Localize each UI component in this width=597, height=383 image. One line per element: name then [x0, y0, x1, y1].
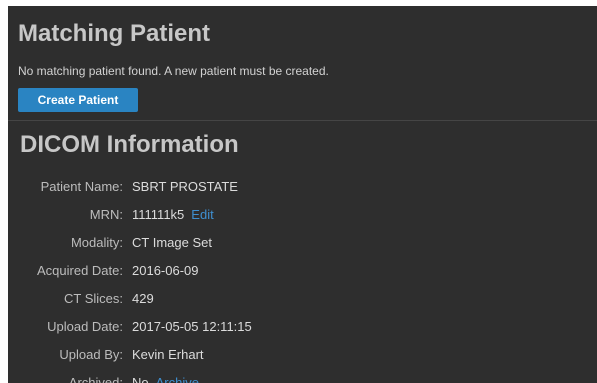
- archived-label: Archived:: [68, 374, 123, 383]
- ct-slices-label: CT Slices:: [64, 290, 123, 306]
- modality-value: CT Image Set: [132, 234, 212, 250]
- archived-value: No: [132, 374, 149, 383]
- dicom-info-list: Patient Name: SBRT PROSTATE MRN: 111111k…: [8, 172, 597, 383]
- upload-date-value: 2017-05-05 12:11:15: [132, 318, 252, 334]
- patient-name-value: SBRT PROSTATE: [132, 178, 238, 194]
- acquired-date-value: 2016-06-09: [132, 262, 199, 278]
- info-row-upload-by: Upload By: Kevin Erhart: [8, 340, 597, 368]
- upload-date-label: Upload Date:: [47, 318, 123, 334]
- dicom-information-heading: DICOM Information: [20, 131, 239, 158]
- mrn-label: MRN:: [89, 206, 123, 222]
- ct-slices-value: 429: [132, 290, 154, 306]
- modality-label: Modality:: [70, 234, 123, 250]
- info-row-upload-date: Upload Date: 2017-05-05 12:11:15: [8, 312, 597, 340]
- mrn-value: 111111k5: [132, 206, 185, 222]
- create-patient-button[interactable]: Create Patient: [18, 88, 138, 112]
- upload-by-label: Upload By:: [59, 346, 123, 362]
- info-row-patient-name: Patient Name: SBRT PROSTATE: [8, 172, 597, 200]
- no-match-message: No matching patient found. A new patient…: [18, 64, 329, 78]
- section-divider: [8, 120, 597, 121]
- patient-name-label: Patient Name:: [40, 178, 123, 194]
- info-row-ct-slices: CT Slices: 429: [8, 284, 597, 312]
- edit-mrn-link[interactable]: Edit: [191, 207, 213, 222]
- patient-panel: Matching Patient No matching patient fou…: [8, 6, 597, 383]
- matching-patient-heading: Matching Patient: [18, 20, 211, 47]
- info-row-mrn: MRN: 111111k5 Edit: [8, 200, 597, 228]
- info-row-modality: Modality: CT Image Set: [8, 228, 597, 256]
- acquired-date-label: Acquired Date:: [37, 262, 123, 278]
- info-row-archived: Archived: No Archive: [8, 368, 597, 383]
- upload-by-value: Kevin Erhart: [132, 346, 204, 362]
- info-row-acquired-date: Acquired Date: 2016-06-09: [8, 256, 597, 284]
- archive-link[interactable]: Archive: [156, 375, 199, 383]
